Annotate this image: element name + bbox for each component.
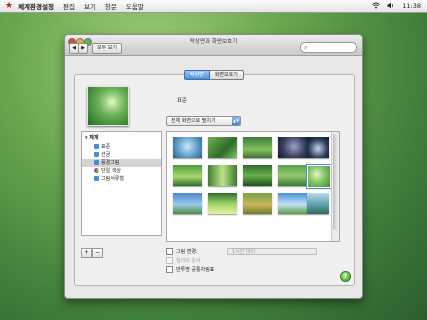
current-wallpaper-preview[interactable]: [87, 86, 129, 126]
wallpaper-thumbnail-selected[interactable]: [306, 164, 332, 189]
source-header[interactable]: ▾ 체계: [82, 134, 164, 142]
change-picture-checkbox[interactable]: 그림 변경:: [166, 248, 198, 256]
wallpaper-grid: [166, 131, 340, 242]
menubar-clock[interactable]: 11:38: [402, 2, 421, 10]
wallpaper-thumbnail[interactable]: [173, 193, 202, 214]
tab-screensaver[interactable]: 화면보호기: [209, 70, 244, 80]
fit-mode-value: 전체 화면으로 펼치기: [171, 118, 216, 124]
wallpaper-thumbnail[interactable]: [278, 137, 307, 158]
grid-scrollbar[interactable]: [331, 132, 339, 241]
window-titlebar[interactable]: 탁상면과 화면보호기 ◀ ▶ 모두 보기 ⌕: [65, 35, 362, 56]
add-source-button[interactable]: +: [81, 248, 92, 258]
wallpaper-thumbnail[interactable]: [208, 165, 237, 186]
menubar-status: 11:38: [365, 2, 427, 11]
star-logo-icon[interactable]: ★: [5, 0, 13, 12]
menu-window[interactable]: 창문: [105, 1, 117, 11]
source-item-landscape[interactable]: 풍경그림: [82, 159, 161, 167]
source-item-seongung[interactable]: 선궁: [82, 151, 161, 159]
translucent-menubar-label: 반투명 공통차림표: [176, 267, 215, 273]
source-item-solid-color[interactable]: 단일 색상: [82, 167, 161, 175]
scrollbar-knob[interactable]: [333, 134, 337, 230]
search-icon: ⌕: [304, 44, 308, 51]
wallpaper-thumbnail[interactable]: [243, 165, 272, 186]
minus-icon: −: [94, 249, 101, 256]
wallpaper-thumbnail[interactable]: [243, 137, 272, 158]
random-order-checkbox[interactable]: 임의의 순서: [166, 257, 201, 265]
random-order-label: 임의의 순서: [176, 258, 201, 264]
wallpaper-thumbnail[interactable]: [173, 165, 202, 186]
checkbox-box: [166, 248, 173, 255]
folder-icon: [94, 160, 99, 165]
forward-arrow-icon: ▶: [81, 45, 85, 51]
interval-select[interactable]: 1시간 마다: [227, 248, 317, 255]
plus-icon: +: [83, 249, 90, 256]
back-arrow-icon: ◀: [72, 45, 76, 51]
wallpaper-thumbnail[interactable]: [243, 193, 272, 214]
folder-icon: [94, 152, 99, 157]
menubar: ★ 체계환경설정 편집 보기 창문 도움말 11:38: [0, 0, 427, 13]
source-list: ▾ 체계 표준 선궁 풍경그림 단일 색상 그림서류철: [81, 131, 162, 236]
menu-edit[interactable]: 편집: [63, 1, 75, 11]
fit-mode-select[interactable]: 전체 화면으로 펼치기 ▲▼: [166, 116, 241, 126]
wallpaper-thumbnail[interactable]: [307, 137, 329, 158]
translucent-menubar-checkbox[interactable]: 반투명 공통차림표: [166, 266, 214, 274]
wallpaper-thumbnail[interactable]: [278, 165, 307, 186]
wallpaper-name: 표준: [177, 98, 188, 104]
checkbox-box: [166, 266, 173, 273]
folder-icon: [94, 144, 99, 149]
color-wheel-icon: [94, 168, 99, 173]
add-remove-buttons: + −: [81, 248, 103, 258]
wallpaper-thumbnail[interactable]: [278, 193, 307, 214]
wallpaper-thumbnail[interactable]: [307, 193, 329, 214]
select-arrows-icon: ▲▼: [232, 117, 240, 125]
forward-button[interactable]: ▶: [78, 43, 88, 54]
wallpaper-thumbnail[interactable]: [173, 137, 202, 158]
preferences-window: 탁상면과 화면보호기 ◀ ▶ 모두 보기 ⌕ 탁상면 화면보호기 표준 전체 화…: [64, 34, 363, 299]
show-all-button[interactable]: 모두 보기: [92, 43, 122, 54]
wallpaper-thumbnail[interactable]: [208, 137, 237, 158]
remove-source-button[interactable]: −: [92, 248, 103, 258]
change-picture-label: 그림 변경:: [176, 249, 198, 255]
source-item-standard[interactable]: 표준: [82, 143, 161, 151]
help-button[interactable]: ?: [340, 271, 351, 282]
menu-help[interactable]: 도움말: [126, 1, 144, 11]
tab-bar: 탁상면 화면보호기: [184, 70, 244, 80]
checkbox-box: [166, 257, 173, 264]
tab-desktop[interactable]: 탁상면: [184, 70, 210, 80]
wallpaper-thumbnail[interactable]: [208, 193, 237, 214]
source-item-pictures-folder[interactable]: 그림서류철: [82, 175, 161, 183]
menu-app[interactable]: 체계환경설정: [18, 1, 54, 11]
wifi-icon[interactable]: [372, 2, 381, 11]
menu-view[interactable]: 보기: [84, 1, 96, 11]
speaker-icon[interactable]: [387, 2, 395, 11]
search-field[interactable]: ⌕: [300, 42, 357, 53]
folder-icon: [94, 176, 99, 181]
